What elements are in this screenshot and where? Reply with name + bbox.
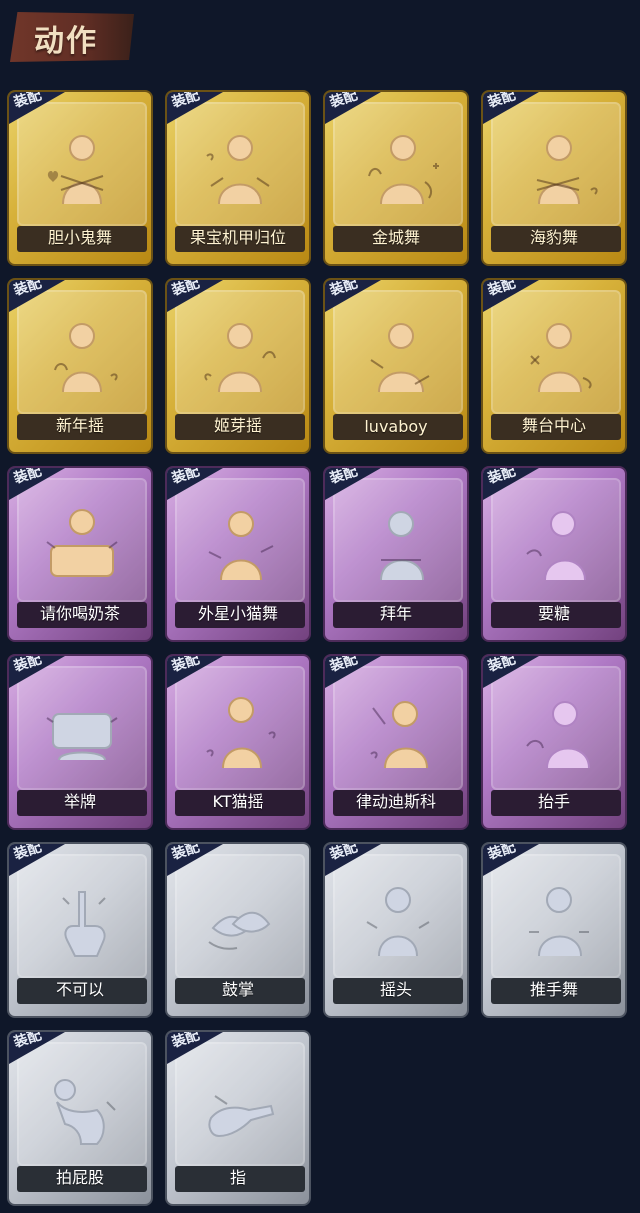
figure-wave-icon	[193, 314, 287, 408]
finger-no-icon	[35, 878, 129, 972]
action-card[interactable]: 装配 新年摇	[7, 278, 153, 454]
figure-spin-icon	[509, 314, 603, 408]
action-label: 要糖	[537, 604, 570, 623]
figure-bend-icon	[35, 1066, 129, 1160]
action-label: 鼓掌	[221, 980, 254, 999]
action-label: 拍屁股	[55, 1168, 104, 1187]
action-card[interactable]: 装配 外星小猫舞	[165, 466, 311, 642]
action-label: 不可以	[55, 980, 104, 999]
action-label: 外星小猫舞	[197, 604, 278, 623]
action-label: 拜年	[379, 604, 412, 623]
action-card[interactable]: 装配 推手舞	[481, 842, 627, 1018]
action-card[interactable]: 装配 摇头	[323, 842, 469, 1018]
figure-hand-icon	[509, 502, 603, 596]
action-label: 新年摇	[55, 416, 104, 435]
action-label: 抬手	[537, 792, 570, 811]
action-card[interactable]: 装配 luvaboy	[323, 278, 469, 454]
action-card[interactable]: 装配 指	[165, 1030, 311, 1206]
action-label: 金城舞	[371, 228, 420, 247]
figure-sign-icon	[35, 502, 129, 596]
action-card[interactable]: 装配 胆小鬼舞	[7, 90, 153, 266]
action-label: 推手舞	[529, 980, 578, 999]
figure-shake-icon	[351, 878, 445, 972]
figure-disco-icon	[351, 690, 445, 784]
action-card[interactable]: 装配 果宝机甲归位	[165, 90, 311, 266]
header: 动作	[0, 0, 640, 72]
action-card[interactable]: 装配 举牌	[7, 654, 153, 830]
figure-wave-icon	[351, 126, 445, 220]
figure-pose-icon	[193, 126, 287, 220]
action-card[interactable]: 装配 拜年	[323, 466, 469, 642]
figure-hug-icon	[35, 126, 129, 220]
action-label: 舞台中心	[521, 416, 586, 435]
action-card[interactable]: 装配 不可以	[7, 842, 153, 1018]
action-label: 指	[229, 1168, 246, 1187]
action-card[interactable]: 装配 拍屁股	[7, 1030, 153, 1206]
action-card[interactable]: 装配 海豹舞	[481, 90, 627, 266]
action-card[interactable]: 装配 KT猫摇	[165, 654, 311, 830]
action-label: 请你喝奶茶	[39, 604, 120, 623]
action-card[interactable]: 装配 要糖	[481, 466, 627, 642]
action-card[interactable]: 装配 姬芽摇	[165, 278, 311, 454]
figure-dance-icon	[193, 690, 287, 784]
action-label: 举牌	[63, 792, 96, 811]
point-finger-icon	[193, 1066, 287, 1160]
figure-clap-icon	[35, 314, 129, 408]
figure-hug-icon	[509, 126, 603, 220]
action-label: 海豹舞	[529, 228, 578, 247]
action-label: 果宝机甲归位	[189, 228, 286, 247]
action-label: 律动迪斯科	[355, 792, 436, 811]
action-card[interactable]: 装配 金城舞	[323, 90, 469, 266]
action-label: KT猫摇	[212, 792, 264, 811]
figure-lift-icon	[509, 690, 603, 784]
page-title: 动作	[34, 24, 98, 59]
action-card[interactable]: 装配 请你喝奶茶	[7, 466, 153, 642]
action-label: 姬芽摇	[213, 416, 262, 435]
figure-dance-icon	[193, 502, 287, 596]
clap-hands-icon	[193, 878, 287, 972]
figure-push-icon	[509, 878, 603, 972]
action-card[interactable]: 装配 抬手	[481, 654, 627, 830]
action-label: 摇头	[379, 980, 412, 999]
action-card[interactable]: 装配 律动迪斯科	[323, 654, 469, 830]
figure-sign-icon	[35, 690, 129, 784]
figure-bow-icon	[351, 502, 445, 596]
figure-pose-icon	[351, 314, 445, 408]
action-card[interactable]: 装配 舞台中心	[481, 278, 627, 454]
action-card[interactable]: 装配 鼓掌	[165, 842, 311, 1018]
action-label: luvaboy	[364, 417, 428, 436]
action-label: 胆小鬼舞	[47, 228, 112, 247]
